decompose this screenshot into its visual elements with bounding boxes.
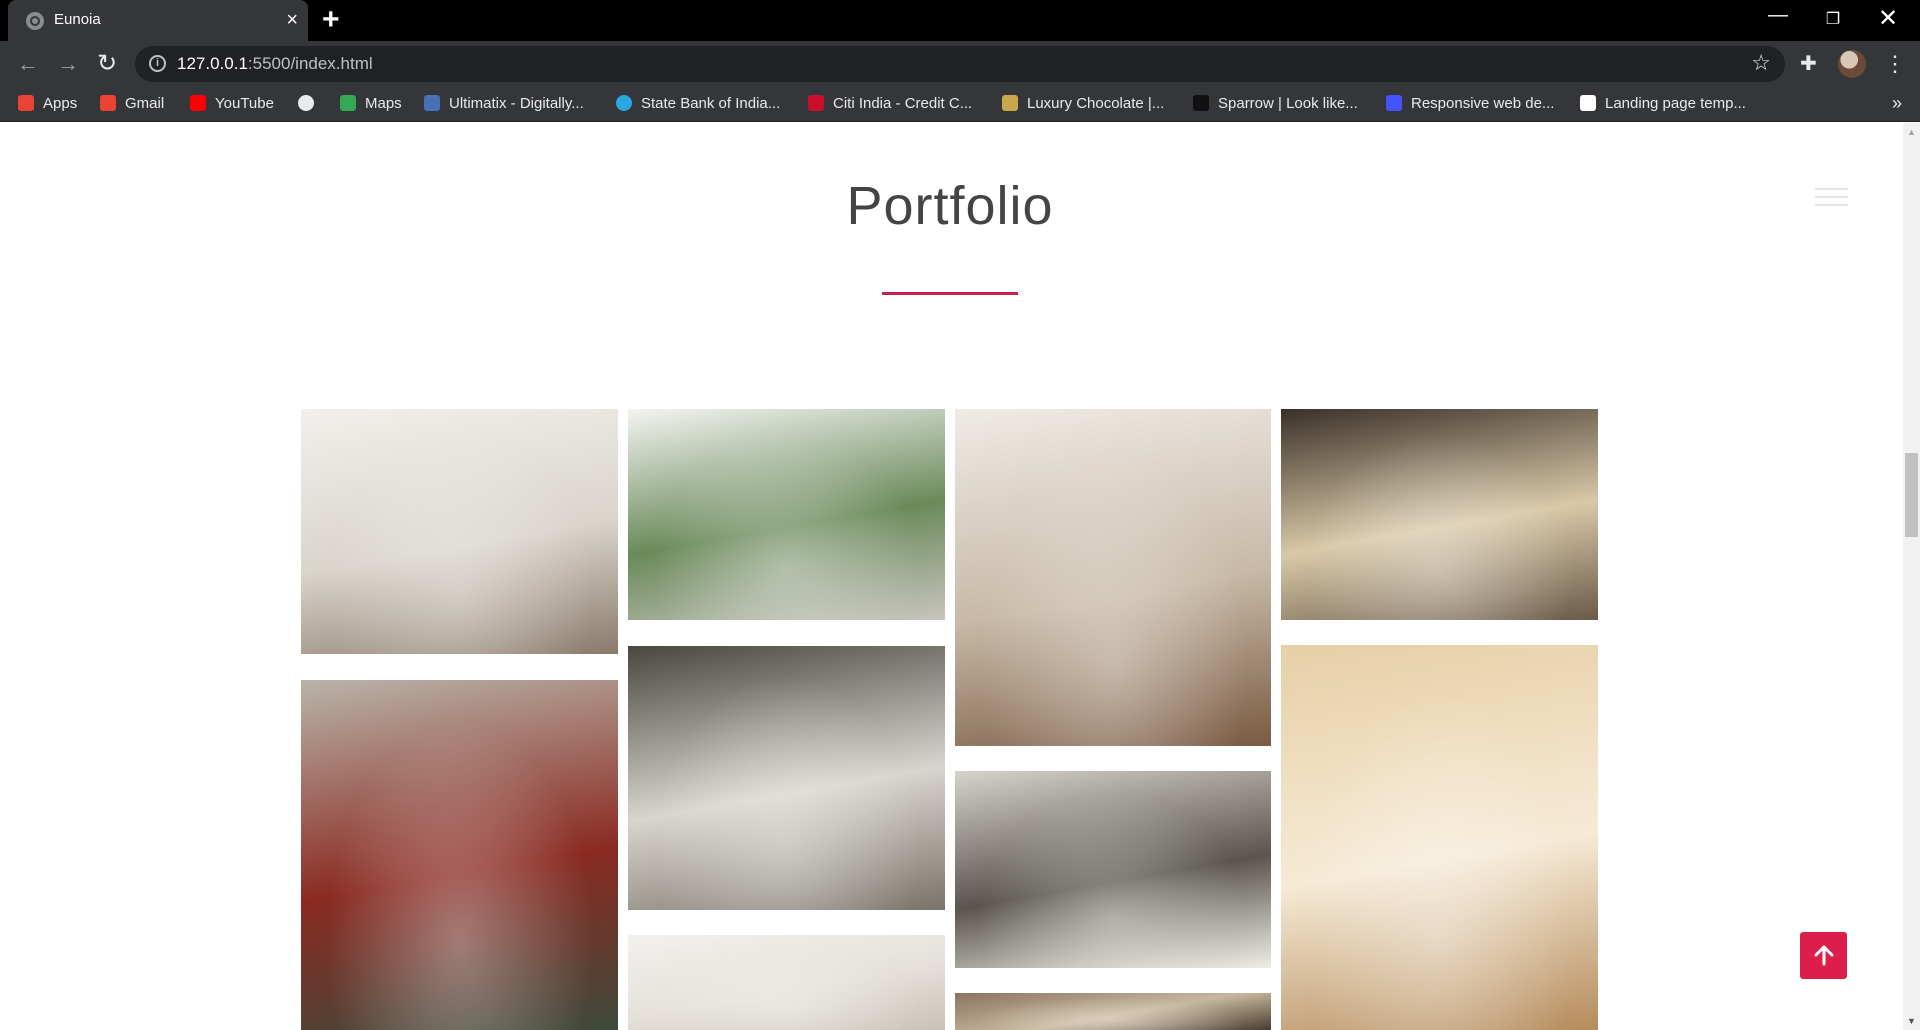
bookmark-label: Apps <box>43 95 78 112</box>
title-underline <box>882 292 1018 295</box>
image-highlight <box>955 993 1271 1030</box>
browser-toolbar: ← → ↻ i 127.0.0.1:5500/index.html ☆ <box>0 41 1920 87</box>
address-url[interactable]: 127.0.0.1:5500/index.html <box>177 54 373 74</box>
bookmark-star-icon[interactable]: ☆ <box>1751 50 1771 76</box>
back-to-top-button[interactable] <box>1800 932 1847 979</box>
image-highlight <box>628 409 945 620</box>
bookmark-youtube[interactable]: YouTube <box>190 95 274 115</box>
gallery-image-spotlit-ceiling-hall[interactable] <box>955 993 1271 1030</box>
url-host: 127.0.0.1 <box>177 54 248 73</box>
bookmark-label: Ultimatix - Digitally... <box>449 95 584 112</box>
bookmark-gmail[interactable]: Gmail <box>100 95 164 115</box>
gallery-image-chandelier-fireplace-lounge[interactable] <box>955 409 1271 746</box>
bookmark-label: Citi India - Credit C... <box>833 95 973 112</box>
scroll-up-arrow-icon[interactable]: ▲ <box>1907 127 1916 137</box>
bookmark-label: Gmail <box>125 95 165 112</box>
restore-window-button[interactable]: ❐ <box>1805 9 1861 29</box>
section-title: Portfolio <box>846 176 1054 236</box>
globe-icon <box>298 95 314 111</box>
image-highlight <box>1281 645 1598 1030</box>
browser-tab-strip: Eunoia × + — ❐ ✕ <box>0 0 1920 41</box>
youtube-icon <box>190 95 206 111</box>
ultimatix-icon <box>424 95 440 111</box>
bookmark-luxury-chocolate[interactable]: Luxury Chocolate |... <box>1002 95 1164 115</box>
extensions-puzzle-icon[interactable]: ✚ <box>1800 51 1817 76</box>
maps-icon <box>340 95 356 111</box>
bookmarks-bar: » Apps Gmail YouTube Maps Ultimatix - Digita… <box>0 87 1920 122</box>
new-tab-button[interactable]: + <box>322 5 340 35</box>
page-scrollbar[interactable]: ▲ ▼ <box>1903 123 1920 1030</box>
globe-favicon-icon <box>26 12 44 30</box>
gallery-image-grey-lounge-fireplace[interactable] <box>955 771 1271 968</box>
bookmark-webflow-w[interactable]: Responsive web de... <box>1386 95 1554 115</box>
bookmark-maps[interactable]: Maps <box>340 95 402 115</box>
bookmark-sbi[interactable]: State Bank of India... <box>616 95 780 115</box>
gallery-image-glass-atrium-hall[interactable] <box>1281 409 1598 620</box>
bookmark-sparrow[interactable]: Sparrow | Look like... <box>1193 95 1358 115</box>
page-viewport: Portfolio <box>0 123 1903 1030</box>
apps-grid-icon <box>18 95 34 111</box>
bookmark-label: State Bank of India... <box>641 95 781 112</box>
bookmark-ultimatix[interactable]: Ultimatix - Digitally... <box>424 95 584 115</box>
image-highlight <box>1281 409 1598 620</box>
profile-avatar[interactable] <box>1838 50 1866 78</box>
bookmark-globe[interactable] <box>298 95 323 115</box>
luxury-chocolate-icon <box>1002 95 1018 111</box>
gallery-image-white-living-room-art[interactable] <box>301 409 618 654</box>
bookmark-label: Landing page temp... <box>1605 95 1746 112</box>
scrollbar-thumb[interactable] <box>1905 453 1918 537</box>
image-highlight <box>628 646 945 910</box>
sbi-icon <box>616 95 632 111</box>
bookmark-label: Sparrow | Look like... <box>1218 95 1358 112</box>
bookmark-label: YouTube <box>215 95 274 112</box>
bookmark-citi[interactable]: Citi India - Credit C... <box>808 95 972 115</box>
bookmark-label: Responsive web de... <box>1411 95 1555 112</box>
image-highlight <box>955 409 1271 746</box>
browser-tab[interactable]: Eunoia × <box>8 0 308 41</box>
gallery-image-golden-dining-room[interactable] <box>1281 645 1598 1030</box>
scroll-down-arrow-icon[interactable]: ▼ <box>1907 1016 1916 1026</box>
image-highlight <box>301 409 618 654</box>
more-bookmarks-chevron-icon[interactable]: » <box>1892 93 1902 114</box>
back-arrow-icon[interactable]: ← <box>13 49 43 79</box>
image-highlight <box>301 680 618 1030</box>
sparrow-icon <box>1193 95 1209 111</box>
forward-arrow-icon[interactable]: → <box>53 49 83 79</box>
bookmark-label: Maps <box>365 95 402 112</box>
gallery-image-open-villa-lounge[interactable] <box>628 409 945 620</box>
site-info-icon[interactable]: i <box>149 55 166 72</box>
hamburger-menu-icon[interactable] <box>1815 188 1848 212</box>
close-tab-icon[interactable]: × <box>286 8 298 32</box>
bookmark-w[interactable]: Landing page temp... <box>1580 95 1746 115</box>
bookmark-label: Luxury Chocolate |... <box>1027 95 1165 112</box>
gmail-icon <box>100 95 116 111</box>
gallery-image-floral-mural-bedroom[interactable] <box>628 646 945 910</box>
image-highlight <box>628 935 945 1030</box>
gallery-image-bright-white-atrium[interactable] <box>628 935 945 1030</box>
gallery-image-flowering-tree-courtyard[interactable] <box>301 680 618 1030</box>
url-path: :5500/index.html <box>247 54 373 73</box>
citi-icon <box>808 95 824 111</box>
image-highlight <box>955 771 1271 968</box>
reload-icon[interactable]: ↻ <box>92 49 122 79</box>
tab-title: Eunoia <box>54 11 101 28</box>
arrow-up-icon <box>1814 945 1833 966</box>
minimize-window-button[interactable]: — <box>1750 4 1806 27</box>
w-icon <box>1580 95 1596 111</box>
bookmark-apps-grid[interactable]: Apps <box>18 95 77 115</box>
address-bar[interactable]: i 127.0.0.1:5500/index.html ☆ <box>135 46 1785 82</box>
close-window-button[interactable]: ✕ <box>1860 4 1916 33</box>
browser-menu-kebab-icon[interactable]: ⋮ <box>1884 49 1906 79</box>
webflow-w-icon <box>1386 95 1402 111</box>
